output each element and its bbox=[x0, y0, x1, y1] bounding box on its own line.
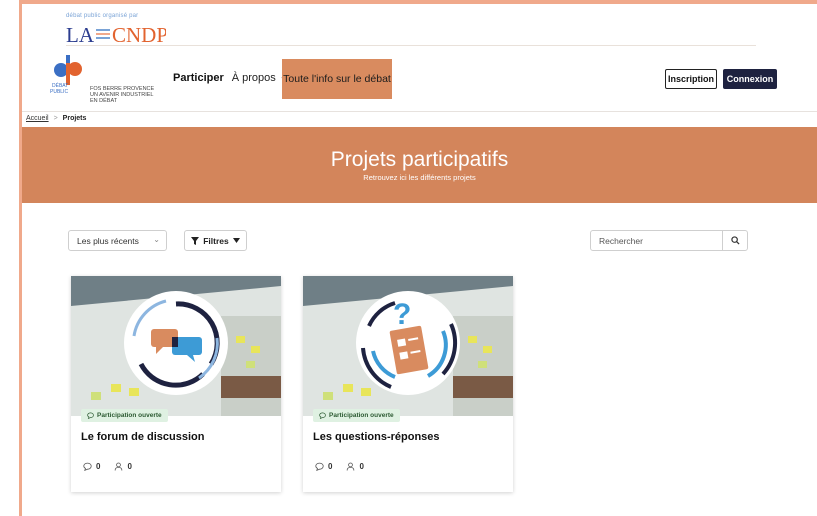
nav-participer[interactable]: Participer bbox=[173, 72, 224, 84]
breadcrumb-separator: > bbox=[53, 115, 58, 122]
hero-banner: Projets participatifs Retrouvez ici les … bbox=[22, 127, 817, 203]
connexion-button[interactable]: Connexion bbox=[723, 69, 777, 89]
card-stats: 0 0 bbox=[315, 462, 364, 471]
search-box bbox=[590, 230, 748, 251]
project-card[interactable]: Participation ouverte Le forum de discus… bbox=[71, 276, 281, 492]
nav-apropos-label: À propos bbox=[231, 72, 276, 84]
filter-icon bbox=[191, 236, 200, 245]
status-badge-label: Participation ouverte bbox=[329, 412, 394, 419]
filters-button[interactable]: Filtres bbox=[184, 230, 247, 251]
card-image-forum bbox=[71, 276, 281, 416]
card-stats: 0 0 bbox=[83, 462, 132, 471]
status-badge: Participation ouverte bbox=[81, 409, 168, 422]
page-subtitle: Retrouvez ici les différents projets bbox=[363, 173, 476, 182]
comment-icon bbox=[87, 412, 94, 419]
organizer-divider bbox=[66, 45, 756, 46]
chevron-down-icon: ⌄ bbox=[153, 235, 160, 244]
cndp-logo[interactable]: LA CNDP bbox=[66, 23, 166, 45]
search-input[interactable] bbox=[591, 231, 723, 250]
status-badge: Participation ouverte bbox=[313, 409, 400, 422]
user-icon bbox=[347, 462, 355, 471]
user-icon bbox=[115, 462, 123, 471]
page-title: Projets participatifs bbox=[330, 148, 509, 171]
comments-count: 0 bbox=[83, 462, 100, 471]
search-icon bbox=[731, 236, 740, 245]
organizer-block: débat public organisé par LA CNDP bbox=[66, 13, 166, 45]
filters-label: Filtres bbox=[203, 235, 229, 246]
svg-text:DÉBAT: DÉBAT bbox=[52, 82, 68, 89]
debat-public-logo[interactable]: DÉBAT PUBLIC bbox=[48, 53, 88, 98]
comment-icon bbox=[319, 412, 326, 419]
svg-text:LA: LA bbox=[66, 23, 95, 45]
card-image-questions: ? bbox=[303, 276, 513, 416]
project-card[interactable]: ? Participation ouverte Les questions-ré… bbox=[303, 276, 513, 492]
main-nav: Participer À propos ⌵ bbox=[173, 72, 288, 84]
page-frame-top bbox=[19, 0, 817, 4]
project-name: FOS BERRE PROVENCE UN AVENIR INDUSTRIEL … bbox=[90, 86, 155, 104]
breadcrumb: Accueil > Projets bbox=[26, 115, 86, 122]
header-divider bbox=[22, 111, 817, 112]
participants-count: 0 bbox=[114, 462, 132, 471]
organizer-caption: débat public organisé par bbox=[66, 13, 139, 19]
participants-count: 0 bbox=[346, 462, 364, 471]
nav-apropos[interactable]: À propos ⌵ bbox=[232, 72, 289, 84]
search-button[interactable] bbox=[722, 231, 747, 250]
comments-count: 0 bbox=[315, 462, 332, 471]
sort-select[interactable]: Les plus récents ⌄ bbox=[68, 230, 167, 251]
sort-selected-value: Les plus récents bbox=[77, 235, 139, 246]
nav-info-debat[interactable]: Toute l'info sur le débat bbox=[282, 59, 392, 99]
breadcrumb-current: Projets bbox=[62, 115, 87, 122]
caret-down-icon bbox=[232, 238, 240, 243]
svg-text:?: ? bbox=[393, 298, 411, 331]
svg-text:PUBLIC: PUBLIC bbox=[50, 89, 68, 95]
card-title[interactable]: Le forum de discussion bbox=[81, 431, 204, 443]
card-title[interactable]: Les questions-réponses bbox=[313, 431, 440, 443]
breadcrumb-home[interactable]: Accueil bbox=[26, 115, 49, 122]
status-badge-label: Participation ouverte bbox=[97, 412, 162, 419]
page-frame-left bbox=[19, 0, 22, 516]
svg-text:CNDP: CNDP bbox=[112, 23, 166, 45]
comment-icon bbox=[315, 462, 324, 471]
inscription-button[interactable]: Inscription bbox=[665, 69, 717, 89]
comment-icon bbox=[83, 462, 92, 471]
